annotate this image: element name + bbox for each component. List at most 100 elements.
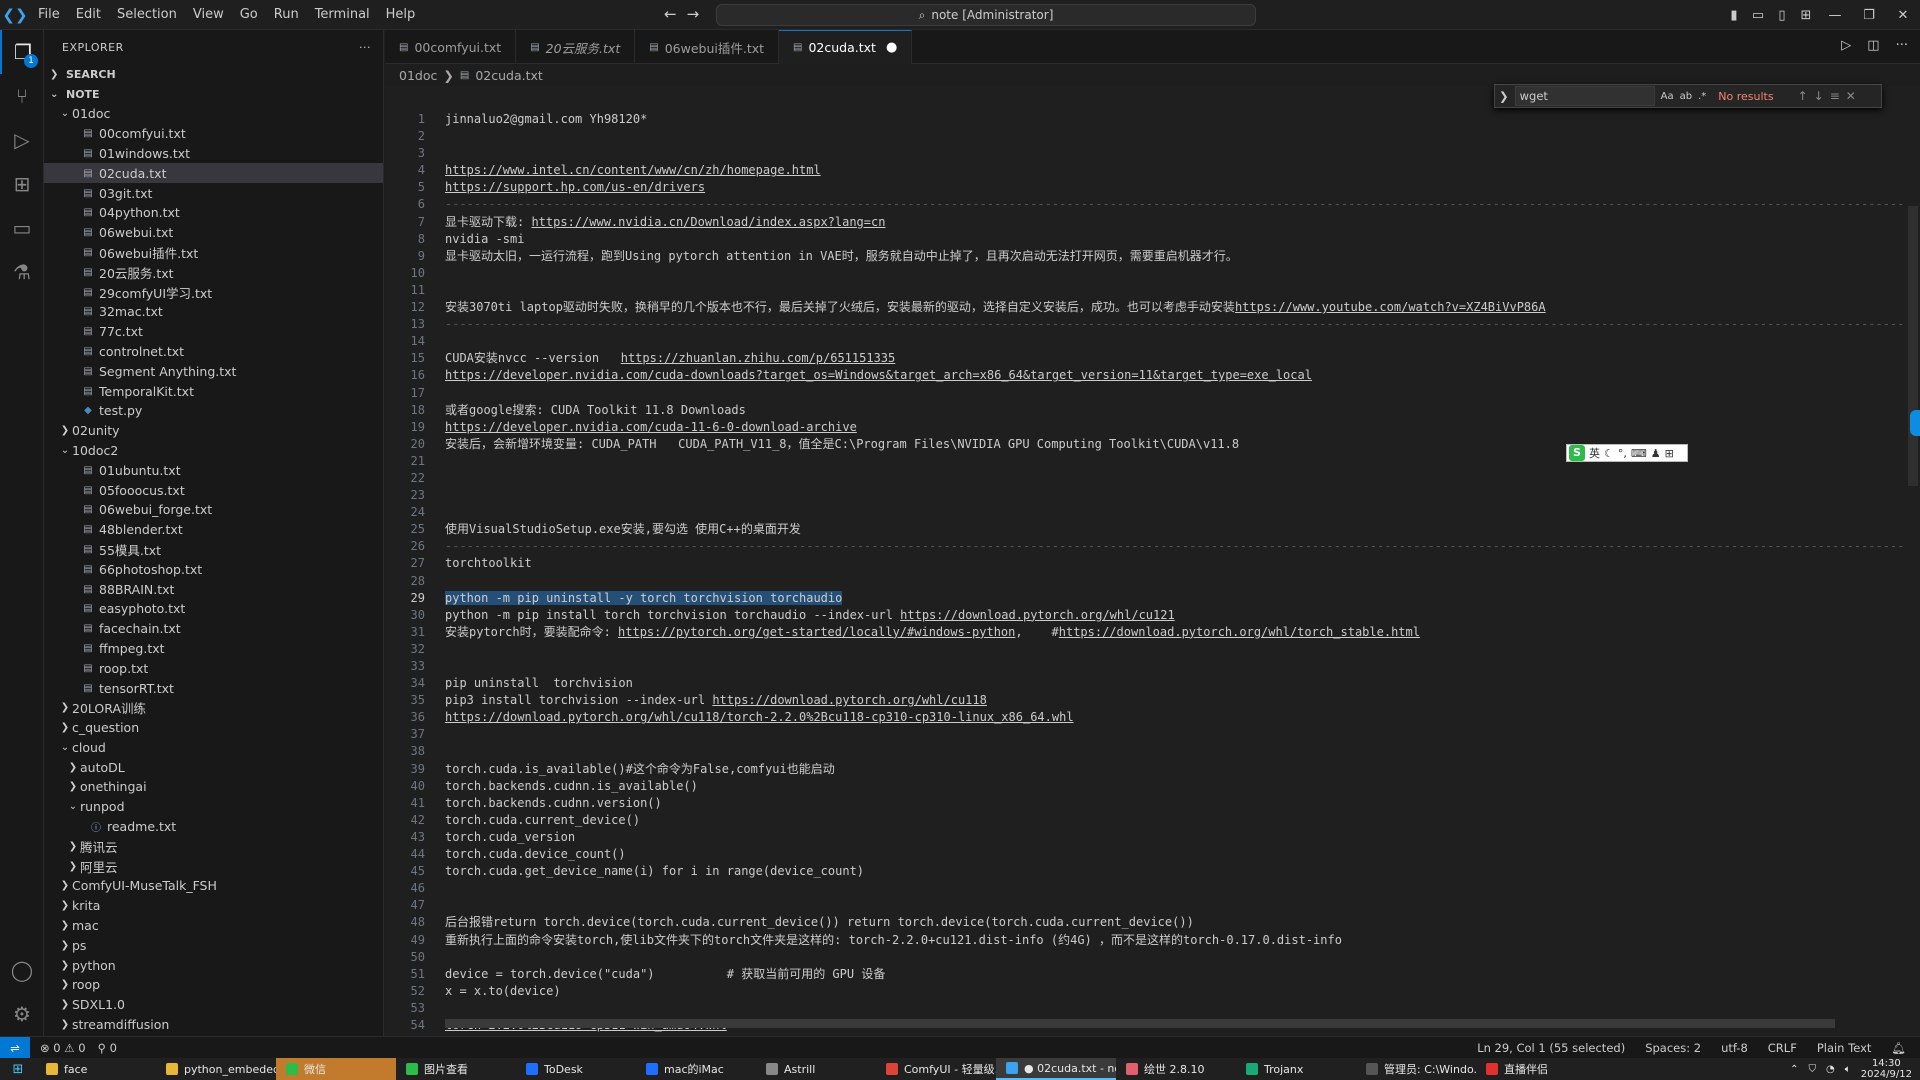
code-line[interactable]: torch.cuda.current_device() (445, 812, 1920, 829)
menu-item-terminal[interactable]: Terminal (307, 0, 378, 30)
code-line[interactable] (445, 949, 1920, 966)
tree-file[interactable]: ▤ 55模具.txt (44, 540, 383, 560)
toggle-sidebar-icon[interactable]: ▮ (1722, 8, 1746, 23)
code-line[interactable]: https://www.intel.cn/content/www/cn/zh/h… (445, 162, 1920, 179)
code-line[interactable] (445, 897, 1920, 914)
tree-folder[interactable]: ❯ 腾讯云 (44, 836, 383, 856)
vertical-scrollbar[interactable] (1906, 86, 1920, 1036)
tree-file[interactable]: ▤ 06webui.txt (44, 223, 383, 243)
source-control-icon[interactable]: ⑂ (0, 74, 44, 118)
code-line[interactable] (445, 333, 1920, 350)
code-line[interactable]: 使用VisualStudioSetup.exe安装,要勾选 使用C++的桌面开发 (445, 521, 1920, 538)
code-link[interactable]: https://developer.nvidia.com/cuda-downlo… (445, 368, 1312, 382)
menu-item-edit[interactable]: Edit (68, 0, 109, 30)
problems-indicator[interactable]: ⊗ 0 ⚠ 0 (40, 1041, 86, 1055)
tree-file[interactable]: ▤ 05fooocus.txt (44, 480, 383, 500)
tree-file[interactable]: ▤ roop.txt (44, 658, 383, 678)
code-line[interactable] (445, 726, 1920, 743)
code-line[interactable]: torch.backends.cudnn.is_available() (445, 778, 1920, 795)
code-link[interactable]: https://download.pytorch.org/whl/cu121 (900, 608, 1175, 622)
remote-indicator-icon[interactable]: ⇌ (0, 1036, 30, 1059)
more-actions-icon[interactable]: ··· (1896, 38, 1908, 53)
grid-icon[interactable]: ⊞ (1665, 447, 1674, 460)
minimize-button[interactable]: — (1818, 8, 1852, 23)
code-link[interactable]: https://www.nvidia.cn/Download/index.asp… (531, 215, 885, 229)
tree-file[interactable]: ▤ 20云服务.txt (44, 262, 383, 282)
tree-file[interactable]: ▤ 06webui_forge.txt (44, 500, 383, 520)
code-line[interactable] (445, 385, 1920, 402)
code-line[interactable] (445, 573, 1920, 590)
match-whole-word-icon[interactable]: ab (1680, 91, 1692, 102)
code-line[interactable] (445, 504, 1920, 521)
code-line[interactable] (445, 470, 1920, 487)
code-link[interactable]: https://download.pytorch.org/whl/cu118 (712, 693, 987, 707)
code-line[interactable]: https://developer.nvidia.com/cuda-downlo… (445, 367, 1920, 384)
more-actions-icon[interactable]: ··· (359, 41, 371, 54)
taskbar-app[interactable]: Astrill (756, 1058, 876, 1080)
code-line[interactable]: 显卡驱动下载: https://www.nvidia.cn/Download/i… (445, 214, 1920, 231)
code-line[interactable]: 安装3070ti laptop驱动时失败，换稍早的几个版本也不行，最后关掉了火绒… (445, 299, 1920, 316)
moon-icon[interactable]: ☾ (1604, 447, 1614, 460)
code-line[interactable]: ----------------------------------------… (445, 538, 1920, 555)
testing-icon[interactable]: ⚗ (0, 250, 44, 294)
tree-folder[interactable]: ❯ roop (44, 975, 383, 995)
cursor-position[interactable]: Ln 29, Col 1 (55 selected) (1477, 1041, 1625, 1055)
taskbar-app[interactable]: 图片查看 (396, 1058, 516, 1080)
code-line[interactable]: 安装后，会新增环境变量: CUDA_PATH CUDA_PATH_V11_8，值… (445, 436, 1920, 453)
explorer-icon[interactable]: ❐ 1 (0, 30, 44, 74)
taskbar-app[interactable]: 管理员: C:\Windo... (1356, 1058, 1476, 1080)
code-line[interactable]: torch.cuda.device_count() (445, 846, 1920, 863)
menu-item-view[interactable]: View (185, 0, 232, 30)
taskbar-app[interactable]: python_embeded (156, 1058, 276, 1080)
code-line[interactable] (445, 1000, 1920, 1017)
tree-file[interactable]: ▤ TemporalKit.txt (44, 381, 383, 401)
tree-folder[interactable]: ⌄ 10doc2 (44, 441, 383, 461)
tree-file[interactable]: ◆ test.py (44, 401, 383, 421)
menu-item-file[interactable]: File (30, 0, 68, 30)
editor-tab[interactable]: ▤ 20云服务.txt (516, 30, 636, 64)
code-line[interactable]: torch.cuda.is_available()#这个命令为False,com… (445, 761, 1920, 778)
forward-arrow-icon[interactable]: → (687, 5, 710, 23)
code-line[interactable]: pip3 install torchvision --index-url htt… (445, 692, 1920, 709)
scrollbar-thumb[interactable] (1908, 206, 1918, 486)
code-link[interactable]: https://zhuanlan.zhihu.com/p/651151335 (621, 351, 896, 365)
code-link[interactable]: https://pytorch.org/get-started/locally/… (618, 625, 1015, 639)
close-find-icon[interactable]: ✕ (1846, 89, 1856, 103)
menu-item-help[interactable]: Help (378, 0, 424, 30)
code-line[interactable]: torch.backends.cudnn.version() (445, 795, 1920, 812)
taskbar-app[interactable]: 直播伴侣 (1476, 1058, 1596, 1080)
tree-file[interactable]: ⓘ readme.txt (44, 817, 383, 837)
tree-file[interactable]: ▤ 66photoshop.txt (44, 559, 383, 579)
code-line[interactable]: torchtoolkit (445, 555, 1920, 572)
code-line[interactable]: x = x.to(device) (445, 983, 1920, 1000)
code-line[interactable]: torch.cuda_version (445, 829, 1920, 846)
code-line[interactable] (445, 282, 1920, 299)
code-link[interactable]: https://www.youtube.com/watch?v=XZ4BiVvP… (1235, 300, 1546, 314)
tree-folder[interactable]: ❯ 阿里云 (44, 856, 383, 876)
code-lines[interactable]: jinnaluo2@gmail.com Yh98120* https://www.… (445, 111, 1920, 1034)
indentation[interactable]: Spaces: 2 (1645, 1041, 1701, 1055)
code-line[interactable] (445, 453, 1920, 470)
notifications-bell-icon[interactable]: 🔔︎ (1891, 1041, 1906, 1055)
taskbar-app[interactable]: mac的iMac (636, 1058, 756, 1080)
code-line[interactable]: 重新执行上面的命令安装torch,使lib文件夹下的torch文件夹是这样的: … (445, 932, 1920, 949)
tree-folder[interactable]: ❯ 20LORA训练 (44, 698, 383, 718)
tree-folder[interactable]: ❯ ComfyUI-MuseTalk_FSH (44, 876, 383, 896)
code-line[interactable]: 安装pytorch时，要装配命令: https://pytorch.org/ge… (445, 624, 1920, 641)
customize-layout-icon[interactable]: ⊞ (1794, 8, 1818, 23)
code-link[interactable]: https://support.hp.com/us-en/drivers (445, 180, 705, 194)
code-line[interactable]: nvidia -smi (445, 231, 1920, 248)
tree-file[interactable]: ▤ 03git.txt (44, 183, 383, 203)
tree-folder[interactable]: ⌄ runpod (44, 797, 383, 817)
breadcrumb-file[interactable]: 02cuda.txt (475, 68, 542, 83)
code-link[interactable]: https://developer.nvidia.com/cuda-11-6-0… (445, 420, 857, 434)
taskbar-app[interactable]: 绘世 2.8.10 (1116, 1058, 1236, 1080)
code-line[interactable]: https://support.hp.com/us-en/drivers (445, 179, 1920, 196)
clock[interactable]: 14:30 2024/9/12 (1861, 1058, 1912, 1080)
code-line[interactable]: python -m pip uninstall -y torch torchvi… (445, 590, 1920, 607)
tree-file[interactable]: ▤ Segment Anything.txt (44, 361, 383, 381)
split-editor-icon[interactable]: ◫ (1867, 38, 1879, 53)
tree-file[interactable]: ▤ facechain.txt (44, 619, 383, 639)
tree-folder[interactable]: ⌄ 01doc (44, 104, 383, 124)
match-case-icon[interactable]: Aa (1661, 91, 1674, 102)
